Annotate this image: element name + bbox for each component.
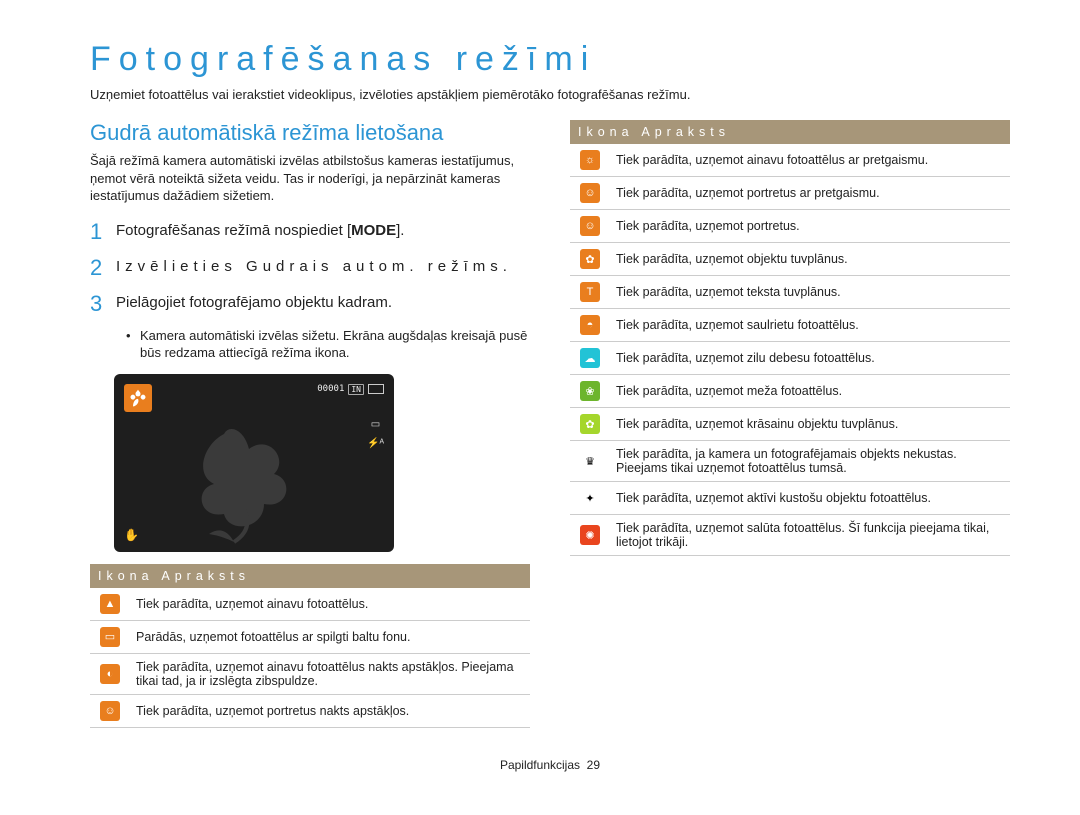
icon-table-right: Ikona Apraksts ☼ Tiek parādīta, uzņemot a…	[570, 120, 1010, 556]
icon-desc: Tiek parādīta, uzņemot ainavu fotoattēlu…	[610, 144, 1010, 177]
table-header: Ikona Apraksts	[90, 564, 530, 588]
icon-desc: Tiek parādīta, uzņemot portretus ar pret…	[610, 177, 1010, 210]
text-macro-icon: T	[580, 282, 600, 302]
icon-desc: Tiek parādīta, uzņemot teksta tuvplānus.	[610, 276, 1010, 309]
night-portrait-icon: ☺	[100, 701, 120, 721]
tripod-icon: ♛	[580, 451, 600, 471]
section-desc: Šajā režīmā kamera automātiski izvēlas a…	[90, 152, 530, 205]
forest-icon: ❀	[580, 381, 600, 401]
icon-desc: Tiek parādīta, uzņemot ainavu fotoattēlu…	[130, 653, 530, 694]
flower-silhouette	[174, 424, 334, 544]
icon-desc: Parādās, uzņemot fotoattēlus ar spilgti …	[130, 620, 530, 653]
flash-icon: ⚡ᴬ	[367, 438, 384, 449]
icon-desc: Tiek parādīta, ja kamera un fotografējam…	[610, 441, 1010, 482]
backlight-portrait-icon: ☺	[580, 183, 600, 203]
step-note: Kamera automātiski izvēlas sižetu. Ekrān…	[130, 327, 530, 362]
resolution-icon: ▭	[371, 419, 380, 430]
lcd-status-bar: 00001 IN	[317, 384, 384, 395]
step-number: 3	[90, 291, 116, 317]
battery-icon	[368, 384, 384, 394]
intro-text: Uzņemiet fotoattēlus vai ierakstiet vide…	[90, 87, 1010, 102]
step-text: Izvēlieties Gudrais autom. režīms.	[116, 255, 512, 281]
backlight-landscape-icon: ☼	[580, 150, 600, 170]
icon-desc: Tiek parādīta, uzņemot objektu tuvplānus…	[610, 243, 1010, 276]
fireworks-icon: ✺	[580, 525, 600, 545]
action-icon: ✦	[580, 488, 600, 508]
landscape-icon: ▲	[100, 594, 120, 614]
macro-icon: ✿	[580, 249, 600, 269]
page-title: Fotografēšanas režīmi	[90, 40, 1010, 79]
step-text: Fotografēšanas režīmā nospiediet [MODE].	[116, 219, 404, 245]
page-footer: Papildfunkcijas 29	[90, 758, 1010, 772]
icon-desc: Tiek parādīta, uzņemot zilu debesu fotoa…	[610, 342, 1010, 375]
camera-lcd-preview: 00001 IN ▭ ⚡ᴬ ✋	[114, 374, 394, 552]
macro-flower-icon	[124, 384, 152, 412]
color-macro-icon: ✿	[580, 414, 600, 434]
icon-desc: Tiek parādīta, uzņemot meža fotoattēlus.	[610, 375, 1010, 408]
icon-table-left: Ikona Apraksts ▲ Tiek parādīta, uzņemot a…	[90, 564, 530, 728]
icon-desc: Tiek parādīta, uzņemot portretus nakts a…	[130, 694, 530, 727]
icon-desc: Tiek parādīta, uzņemot portretus.	[610, 210, 1010, 243]
step-number: 1	[90, 219, 116, 245]
icon-desc: Tiek parādīta, uzņemot saulrietu fotoatt…	[610, 309, 1010, 342]
section-title: Gudrā automātiskā režīma lietošana	[90, 120, 530, 146]
portrait-icon: ☺	[580, 216, 600, 236]
table-header: Ikona Apraksts	[570, 120, 1010, 144]
stabilizer-icon: ✋	[124, 528, 139, 542]
lcd-side-icons: ▭ ⚡ᴬ	[367, 419, 384, 449]
blue-sky-icon: ☁	[580, 348, 600, 368]
step-text: Pielāgojiet fotografējamo objektu kadram…	[116, 291, 392, 317]
white-bg-icon: ▭	[100, 627, 120, 647]
night-landscape-icon: ◐	[100, 664, 120, 684]
icon-desc: Tiek parādīta, uzņemot ainavu fotoattēlu…	[130, 588, 530, 621]
icon-desc: Tiek parādīta, uzņemot aktīvi kustošu ob…	[610, 482, 1010, 515]
step-number: 2	[90, 255, 116, 281]
steps-list: 1 Fotografēšanas režīmā nospiediet [MODE…	[90, 219, 530, 317]
icon-desc: Tiek parādīta, uzņemot salūta fotoattēlu…	[610, 515, 1010, 556]
sunset-icon: ◓	[580, 315, 600, 335]
icon-desc: Tiek parādīta, uzņemot krāsainu objektu …	[610, 408, 1010, 441]
